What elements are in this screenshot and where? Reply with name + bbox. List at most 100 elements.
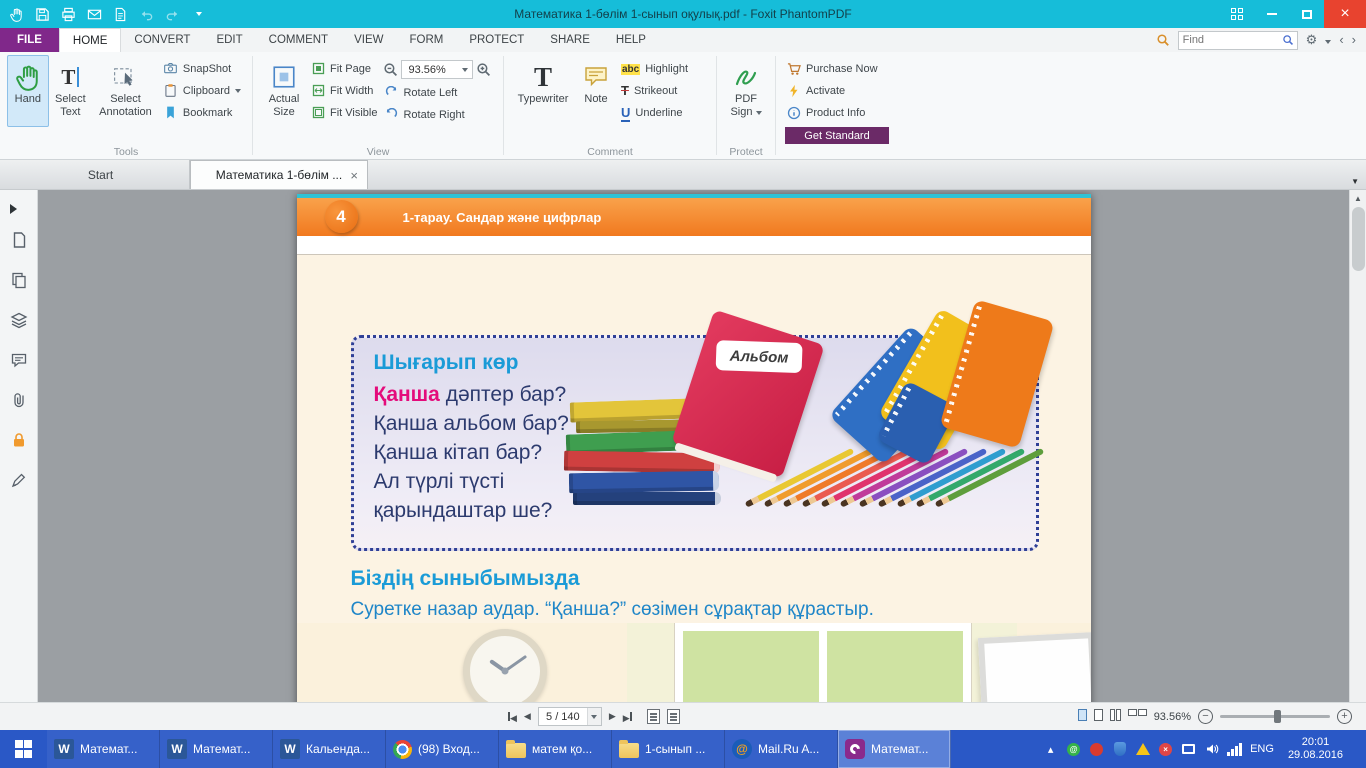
select-annotation-button[interactable]: Select Annotation [92,55,159,127]
taskbar-item-chrome[interactable]: (98) Вход... [386,730,499,768]
menu-tab-edit[interactable]: EDIT [203,28,255,52]
minimize-button[interactable] [1254,0,1289,28]
signature-panel-icon[interactable] [0,460,37,500]
next-page-button[interactable] [609,711,616,722]
print-icon[interactable] [60,6,77,23]
typewriter-button[interactable]: Typewriter [511,55,575,127]
attachments-panel-icon[interactable] [0,380,37,420]
purchase-now-button[interactable]: Purchase Now [783,58,889,79]
fit-visible-button[interactable]: Fit Visible [308,102,381,123]
layout-grid-icon[interactable] [1219,0,1254,28]
layers-panel-icon[interactable] [0,300,37,340]
find-next-icon[interactable] [1352,31,1356,49]
page-thumbnails-icon[interactable] [0,220,37,260]
zoom-slider-thumb[interactable] [1274,710,1281,723]
taskbar-item-word-2[interactable]: Математ... [160,730,273,768]
network-icon[interactable] [1227,742,1242,757]
continuous-facing-view-icon[interactable] [1128,709,1147,725]
fit-page-button[interactable]: Fit Page [308,58,381,79]
underline-button[interactable]: Underline [617,102,692,123]
scrollbar-thumb[interactable] [1352,207,1365,271]
menu-tab-share[interactable]: SHARE [537,28,603,52]
activate-button[interactable]: Activate [783,80,889,101]
product-info-button[interactable]: Product Info [783,102,889,123]
tab-start[interactable]: Start [12,160,190,189]
menu-tab-help[interactable]: HELP [603,28,659,52]
error-tray-icon[interactable] [1158,742,1173,757]
expand-panel-icon[interactable] [0,198,37,220]
continuous-view-icon[interactable] [1094,709,1103,725]
taskbar-item-folder-2[interactable]: 1-сынып ... [612,730,725,768]
select-text-button[interactable]: Select Text [49,55,92,127]
comments-panel-icon[interactable] [0,340,37,380]
bookmark-button[interactable]: Bookmark [159,102,245,123]
strikeout-button[interactable]: Strikeout [617,80,692,101]
taskbar-clock[interactable]: 20:01 29.08.2016 [1282,736,1349,762]
zoom-in-button[interactable]: + [1337,709,1352,724]
clipboard-button[interactable]: Clipboard [159,80,245,101]
taskbar-item-mailru[interactable]: Mail.Ru A... [725,730,838,768]
vertical-scrollbar[interactable] [1349,190,1366,702]
hand-tool-icon[interactable] [8,6,25,23]
get-standard-button[interactable]: Get Standard [785,127,889,144]
find-search-icon[interactable] [1279,34,1297,46]
find-input[interactable] [1179,34,1279,46]
email-icon[interactable] [86,6,103,23]
language-indicator[interactable]: ENG [1250,743,1274,755]
actual-size-button[interactable]: Actual Size [260,55,308,127]
first-page-button[interactable] [508,708,517,726]
rotate-left-button[interactable]: Rotate Left [381,82,493,103]
previous-view-icon[interactable] [647,709,660,724]
zoom-in-icon[interactable] [476,62,491,77]
zoom-combobox[interactable]: 93.56% [401,60,473,79]
hand-button[interactable]: Hand [7,55,49,127]
menu-tab-home[interactable]: HOME [59,28,122,52]
snapshot-button[interactable]: SnapShot [159,58,245,79]
next-view-icon[interactable] [667,709,680,724]
warning-tray-icon[interactable] [1135,742,1150,757]
menu-tab-comment[interactable]: COMMENT [256,28,341,52]
scroll-up-icon[interactable] [1350,190,1366,206]
close-button[interactable] [1324,0,1366,28]
maximize-button[interactable] [1289,0,1324,28]
shield-tray-icon[interactable] [1112,742,1127,757]
tab-close-icon[interactable] [350,169,358,182]
taskbar-item-word-3[interactable]: Кальенда... [273,730,386,768]
undo-icon[interactable] [138,6,155,23]
zoom-slider[interactable] [1220,715,1330,718]
hidden-icons-chevron[interactable] [1043,742,1058,757]
menu-tab-protect[interactable]: PROTECT [456,28,537,52]
ribbon-options-icon[interactable] [1306,31,1318,49]
start-button[interactable] [0,730,47,768]
facing-view-icon[interactable] [1110,709,1121,725]
display-tray-icon[interactable] [1181,742,1196,757]
menu-tab-view[interactable]: VIEW [341,28,396,52]
customize-quick-access-icon[interactable] [190,6,207,23]
zoom-out-icon[interactable] [383,62,398,77]
fit-width-button[interactable]: Fit Width [308,80,381,101]
ribbon-options-caret-icon[interactable] [1325,31,1331,49]
document-icon[interactable] [112,6,129,23]
page-number-caret-icon[interactable] [587,708,601,725]
bookmarks-panel-icon[interactable] [0,260,37,300]
taskbar-item-foxit[interactable]: Математ... [838,730,951,768]
pdf-sign-button[interactable]: PDF Sign [724,55,768,127]
redo-icon[interactable] [164,6,181,23]
volume-icon[interactable] [1204,742,1219,757]
security-lock-icon[interactable] [0,420,37,460]
menu-tab-convert[interactable]: CONVERT [121,28,203,52]
tab-list-arrow-icon[interactable] [1351,171,1359,189]
tab-document[interactable]: Математика 1-бөлім ... [190,160,368,189]
note-button[interactable]: Note [575,55,617,127]
save-icon[interactable] [34,6,51,23]
find-previous-icon[interactable] [1339,31,1343,49]
previous-page-button[interactable] [524,711,531,722]
taskbar-item-folder-1[interactable]: матем қо... [499,730,612,768]
menu-tab-form[interactable]: FORM [396,28,456,52]
single-page-view-icon[interactable] [1078,709,1087,725]
taskbar-item-word-1[interactable]: Математ... [47,730,160,768]
zoom-out-button[interactable]: − [1198,709,1213,724]
mailru-tray-icon[interactable] [1066,742,1081,757]
document-area[interactable]: 4 1-тарау. Сандар және цифрлар Шығарып к… [38,190,1349,702]
antivirus-tray-icon[interactable] [1089,742,1104,757]
